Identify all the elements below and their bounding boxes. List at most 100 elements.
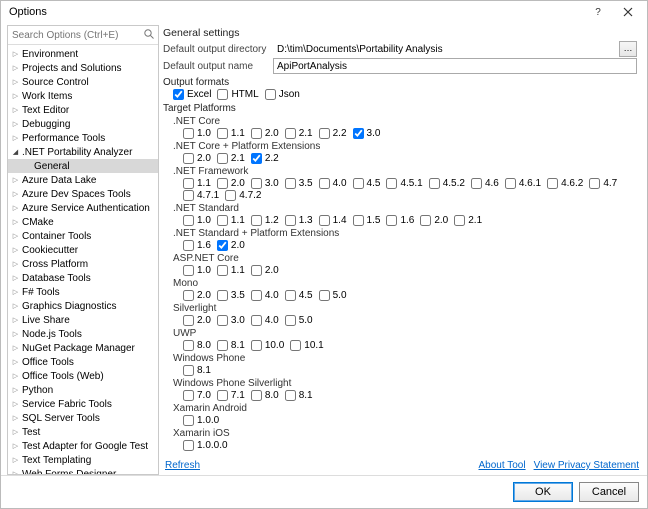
version-checkbox-input[interactable] [285,315,296,326]
tree-item[interactable]: NuGet Package Manager [8,341,158,355]
version-checkbox[interactable]: 8.0 [251,390,279,401]
version-checkbox[interactable]: 2.0 [183,315,211,326]
tree-item[interactable]: Azure Dev Spaces Tools [8,187,158,201]
version-checkbox[interactable]: 4.6.2 [547,178,583,189]
format-checkbox-input[interactable] [265,89,276,100]
version-checkbox[interactable]: 2.0 [217,178,245,189]
version-checkbox[interactable]: 10.1 [290,340,323,351]
expand-icon[interactable] [10,455,21,466]
format-checkbox[interactable]: Excel [173,89,211,100]
format-checkbox-input[interactable] [173,89,184,100]
version-checkbox[interactable]: 8.1 [217,340,245,351]
version-checkbox[interactable]: 5.0 [319,290,347,301]
tree-item[interactable]: Test [8,425,158,439]
version-checkbox[interactable]: 3.0 [217,315,245,326]
version-checkbox-input[interactable] [217,128,228,139]
version-checkbox[interactable]: 7.0 [183,390,211,401]
tree-item[interactable]: CMake [8,215,158,229]
version-checkbox-input[interactable] [183,215,194,226]
version-checkbox-input[interactable] [429,178,440,189]
version-checkbox[interactable]: 1.4 [319,215,347,226]
expand-icon[interactable] [10,175,21,186]
version-checkbox-input[interactable] [290,340,301,351]
version-checkbox-input[interactable] [217,178,228,189]
version-checkbox[interactable]: 1.0 [183,215,211,226]
version-checkbox[interactable]: 2.0 [183,153,211,164]
tree-item[interactable]: Text Editor [8,103,158,117]
version-checkbox[interactable]: 3.5 [285,178,313,189]
browse-dir-button[interactable]: … [619,41,637,57]
version-checkbox[interactable]: 2.0 [251,128,279,139]
version-checkbox[interactable]: 4.0 [319,178,347,189]
tree-item[interactable]: Live Share [8,313,158,327]
version-checkbox[interactable]: 4.5 [353,178,381,189]
version-checkbox-input[interactable] [183,390,194,401]
tree-item[interactable]: Container Tools [8,229,158,243]
tree-item[interactable]: Cross Platform [8,257,158,271]
version-checkbox-input[interactable] [386,215,397,226]
version-checkbox[interactable]: 5.0 [285,315,313,326]
tree-item[interactable]: SQL Server Tools [8,411,158,425]
version-checkbox-input[interactable] [251,178,262,189]
version-checkbox[interactable]: 1.3 [285,215,313,226]
tree-item[interactable]: Node.js Tools [8,327,158,341]
version-checkbox[interactable]: 8.1 [183,365,211,376]
version-checkbox-input[interactable] [353,215,364,226]
expand-icon[interactable] [10,189,21,200]
cancel-button[interactable]: Cancel [579,482,639,502]
version-checkbox-input[interactable] [183,440,194,451]
version-checkbox-input[interactable] [183,340,194,351]
version-checkbox[interactable]: 1.6 [386,215,414,226]
version-checkbox[interactable]: 4.5.2 [429,178,465,189]
version-checkbox-input[interactable] [547,178,558,189]
version-checkbox[interactable]: 4.5 [285,290,313,301]
tree-item[interactable]: Source Control [8,75,158,89]
version-checkbox[interactable]: 2.0 [183,290,211,301]
version-checkbox-input[interactable] [319,178,330,189]
version-checkbox[interactable]: 4.7.1 [183,190,219,201]
version-checkbox-input[interactable] [251,215,262,226]
version-checkbox-input[interactable] [251,265,262,276]
tree-item[interactable]: Service Fabric Tools [8,397,158,411]
expand-icon[interactable] [10,105,21,116]
tree-item[interactable]: Text Templating [8,453,158,467]
refresh-link[interactable]: Refresh [165,460,200,471]
expand-icon[interactable] [10,357,21,368]
tree-item[interactable]: Office Tools (Web) [8,369,158,383]
tree-item[interactable]: General [8,159,158,173]
version-checkbox-input[interactable] [183,190,194,201]
version-checkbox[interactable]: 1.0.0 [183,415,219,426]
tree-item[interactable]: Azure Service Authentication [8,201,158,215]
version-checkbox-input[interactable] [319,128,330,139]
version-checkbox-input[interactable] [285,290,296,301]
version-checkbox-input[interactable] [505,178,516,189]
output-name-input[interactable] [273,58,637,74]
tree-item[interactable]: Python [8,383,158,397]
expand-icon[interactable] [10,91,21,102]
version-checkbox[interactable]: 4.7 [589,178,617,189]
expand-icon[interactable] [10,63,21,74]
format-checkbox[interactable]: HTML [217,89,258,100]
version-checkbox[interactable]: 8.1 [285,390,313,401]
version-checkbox-input[interactable] [183,415,194,426]
expand-icon[interactable] [10,133,21,144]
version-checkbox-input[interactable] [183,265,194,276]
version-checkbox[interactable]: 1.0 [183,128,211,139]
version-checkbox[interactable]: 1.5 [353,215,381,226]
version-checkbox[interactable]: 1.6 [183,240,211,251]
expand-icon[interactable] [10,301,21,312]
version-checkbox-input[interactable] [251,340,262,351]
version-checkbox-input[interactable] [217,240,228,251]
tree-item[interactable]: .NET Portability Analyzer [8,145,158,159]
expand-icon[interactable] [10,119,21,130]
tree-item[interactable]: Projects and Solutions [8,61,158,75]
content-scroll[interactable]: General settings Default output director… [163,25,641,456]
version-checkbox-input[interactable] [285,215,296,226]
close-button[interactable] [613,1,643,23]
expand-icon[interactable] [10,385,21,396]
version-checkbox[interactable]: 1.1 [183,178,211,189]
tree-item[interactable]: Graphics Diagnostics [8,299,158,313]
format-checkbox[interactable]: Json [265,89,300,100]
expand-icon[interactable] [10,217,21,228]
version-checkbox[interactable]: 3.0 [353,128,381,139]
